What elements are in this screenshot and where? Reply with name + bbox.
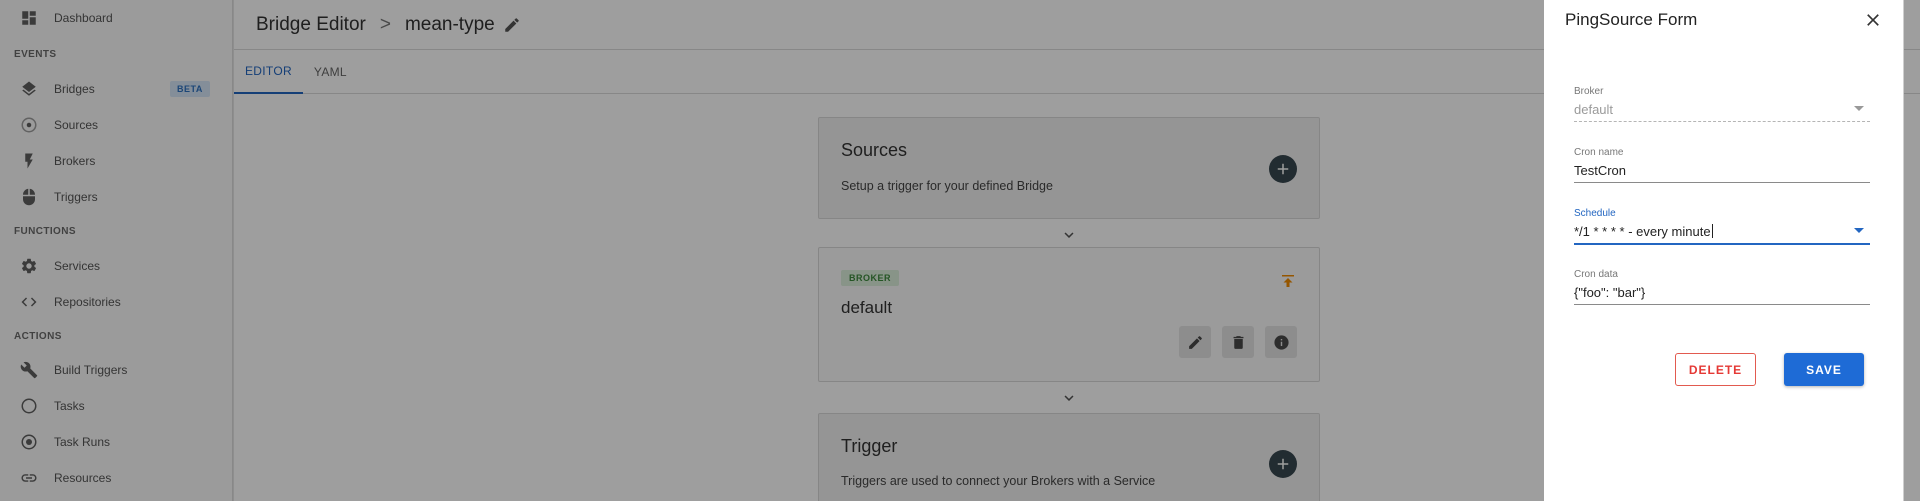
close-drawer-button[interactable] — [1862, 9, 1884, 31]
drawer-title: PingSource Form — [1565, 10, 1698, 29]
delete-button[interactable]: DELETE — [1675, 353, 1756, 386]
cron-data-field[interactable]: Cron data {"foo": "bar"} — [1574, 269, 1870, 309]
broker-label: Broker — [1574, 86, 1604, 97]
schedule-value: */1 * * * * - every minute — [1574, 224, 1711, 239]
dropdown-arrow-icon — [1854, 106, 1864, 111]
pingsource-form-drawer: PingSource Form Broker default Cron name… — [1544, 0, 1904, 501]
cron-data-value: {"foo": "bar"} — [1574, 285, 1646, 300]
cron-name-field[interactable]: Cron name TestCron — [1574, 147, 1870, 187]
cron-name-label: Cron name — [1574, 147, 1624, 158]
text-cursor — [1711, 224, 1713, 238]
cron-data-label: Cron data — [1574, 269, 1618, 280]
schedule-select[interactable]: Schedule */1 * * * * - every minute — [1574, 208, 1870, 248]
close-icon — [1867, 14, 1879, 26]
schedule-label: Schedule — [1574, 208, 1616, 219]
broker-value: default — [1574, 102, 1614, 117]
broker-select: Broker default — [1574, 86, 1870, 126]
dropdown-arrow-icon[interactable] — [1854, 228, 1864, 233]
save-button[interactable]: SAVE — [1784, 353, 1864, 386]
cron-name-value: TestCron — [1574, 163, 1627, 178]
